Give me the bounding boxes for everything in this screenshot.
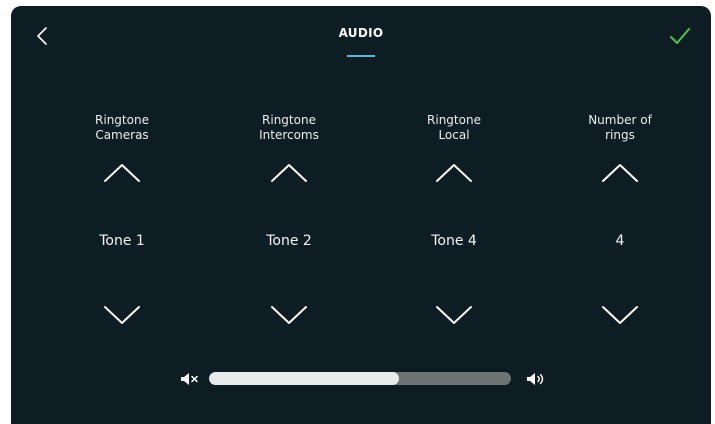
setting-value: 4 (615, 233, 625, 249)
setting-number-of-rings: Number of rings 4 (560, 113, 680, 327)
speaker-mute-icon[interactable] (179, 371, 201, 387)
setting-value: Tone 1 (99, 233, 145, 249)
setting-label: Number of rings (588, 113, 652, 142)
audio-settings-panel: AUDIO Ringtone Cameras Tone 1 Ringtone I… (11, 6, 711, 424)
setting-value: Tone 4 (431, 233, 477, 249)
setting-label: Ringtone Intercoms (259, 113, 319, 142)
setting-ringtone-intercoms: Ringtone Intercoms Tone 2 (229, 113, 349, 327)
speaker-loud-icon[interactable] (525, 371, 547, 387)
decrease-arrow-icon[interactable] (434, 303, 474, 327)
setting-ringtone-cameras: Ringtone Cameras Tone 1 (62, 113, 182, 327)
volume-slider-fill (209, 372, 400, 385)
volume-control (179, 370, 547, 388)
increase-arrow-icon[interactable] (600, 161, 640, 185)
setting-label: Ringtone Local (427, 113, 481, 142)
decrease-arrow-icon[interactable] (269, 303, 309, 327)
setting-label: Ringtone Cameras (95, 113, 149, 142)
setting-ringtone-local: Ringtone Local Tone 4 (394, 113, 514, 327)
increase-arrow-icon[interactable] (269, 161, 309, 185)
decrease-arrow-icon[interactable] (600, 303, 640, 327)
increase-arrow-icon[interactable] (102, 161, 142, 185)
increase-arrow-icon[interactable] (434, 161, 474, 185)
volume-slider[interactable] (209, 372, 511, 385)
setting-value: Tone 2 (266, 233, 312, 249)
settings-columns: Ringtone Cameras Tone 1 Ringtone Interco… (11, 6, 711, 424)
decrease-arrow-icon[interactable] (102, 303, 142, 327)
